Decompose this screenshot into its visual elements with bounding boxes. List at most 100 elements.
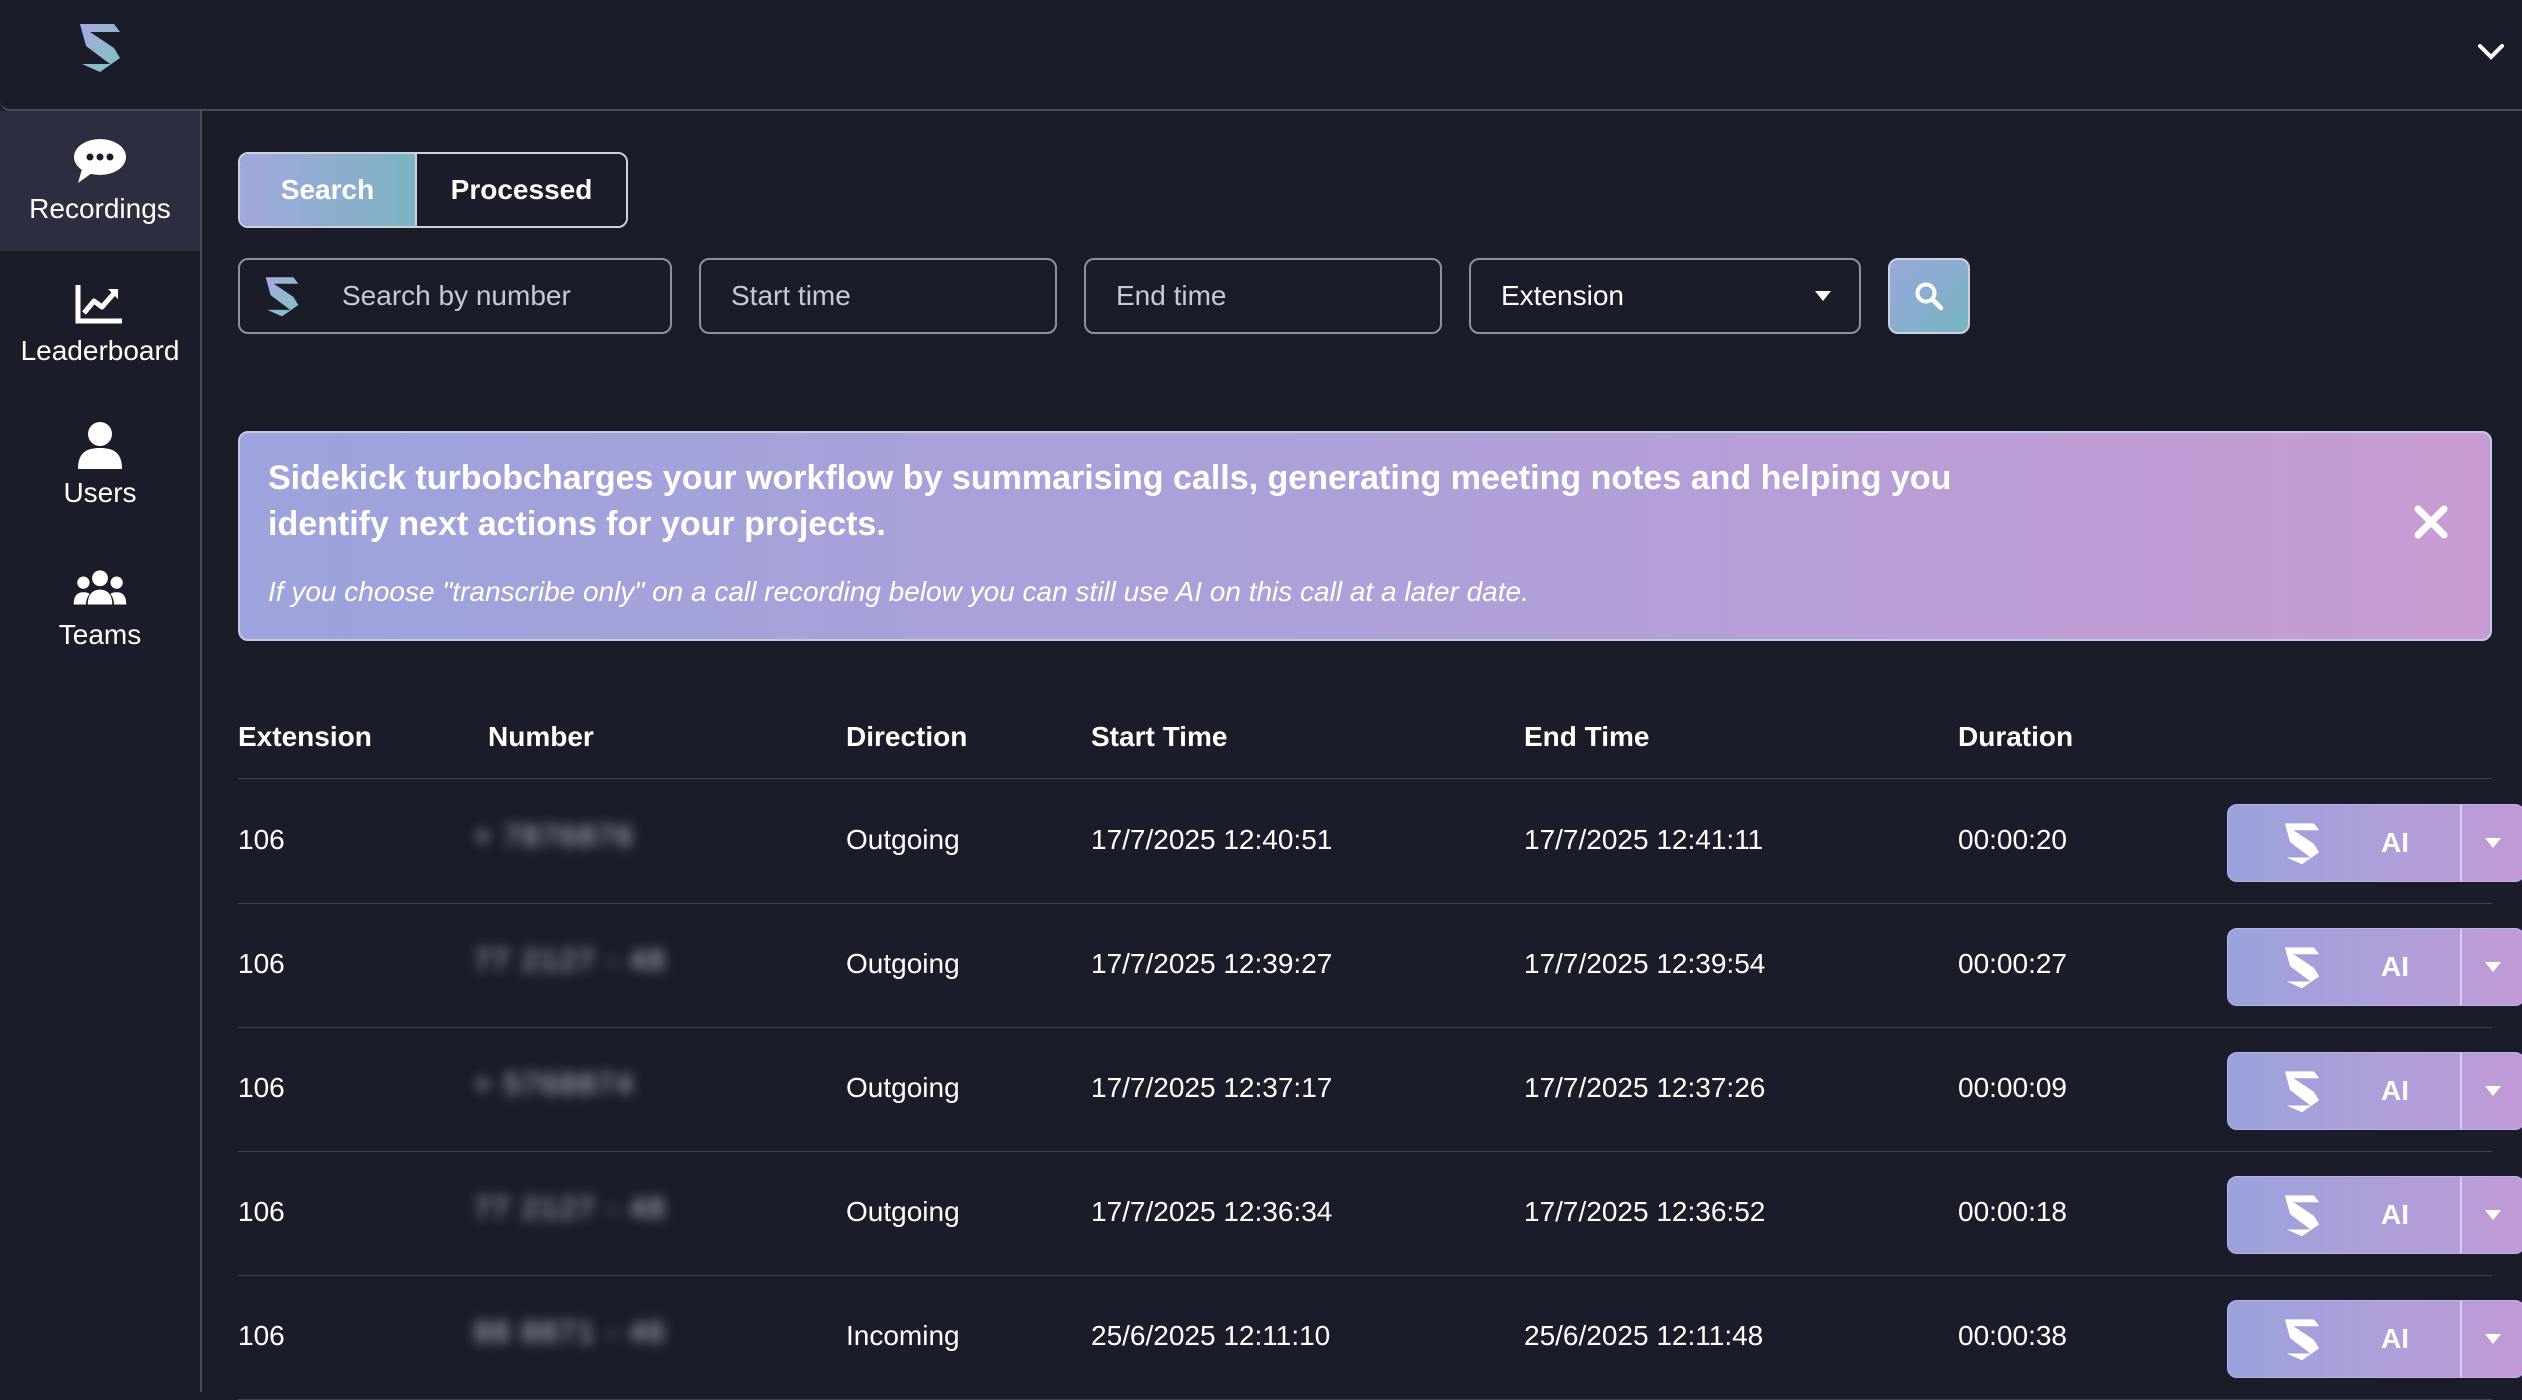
cell-start-time: 25/6/2025 12:11:10 bbox=[1091, 1320, 1331, 1351]
users-group-icon bbox=[73, 570, 127, 605]
cell-direction: Outgoing bbox=[846, 1072, 960, 1103]
ai-button-label: AI bbox=[2381, 1199, 2409, 1230]
column-header-direction[interactable]: Direction bbox=[846, 721, 967, 753]
ai-dropdown-toggle[interactable] bbox=[2460, 1301, 2522, 1377]
ai-button-group: AI bbox=[2227, 1176, 2522, 1254]
sidebar-item-leaderboard[interactable]: Leaderboard bbox=[0, 253, 200, 393]
table-row[interactable]: 106 77 2127 - 48 Outgoing 17/7/2025 12:39:2… bbox=[238, 904, 2522, 1028]
table-row[interactable]: 106 77 2127 - 48 Outgoing 17/7/2025 12:36:3… bbox=[238, 1152, 2522, 1276]
column-header-duration[interactable]: Duration bbox=[1958, 721, 2073, 753]
table-row[interactable]: 106 + 7876876 Outgoing 17/7/2025 12:40:51 17… bbox=[238, 780, 2522, 904]
ai-button[interactable]: AI bbox=[2228, 1053, 2460, 1129]
ai-button[interactable]: AI bbox=[2228, 805, 2460, 881]
close-icon[interactable] bbox=[2412, 503, 2450, 541]
cell-extension: 106 bbox=[238, 1196, 285, 1227]
caret-down-icon bbox=[2485, 1086, 2501, 1096]
sidekick-logo-icon bbox=[2284, 947, 2320, 989]
ai-button[interactable]: AI bbox=[2228, 1177, 2460, 1253]
info-banner: Sidekick turbobcharges your workflow by … bbox=[238, 431, 2492, 641]
cell-start-time: 17/7/2025 12:39:27 bbox=[1091, 948, 1333, 979]
ai-dropdown-toggle[interactable] bbox=[2460, 805, 2522, 881]
caret-down-icon bbox=[1815, 291, 1831, 301]
cell-start-time: 17/7/2025 12:40:51 bbox=[1091, 824, 1333, 855]
user-icon bbox=[78, 422, 122, 469]
cell-duration: 00:00:09 bbox=[1958, 1072, 2067, 1103]
start-time-field[interactable] bbox=[699, 258, 1057, 334]
cell-direction: Outgoing bbox=[846, 948, 960, 979]
ai-button-label: AI bbox=[2381, 827, 2409, 858]
sidebar: Recordings Leaderboard Users Teams bbox=[0, 111, 202, 1392]
cell-extension: 106 bbox=[238, 948, 285, 979]
extension-select-label: Extension bbox=[1501, 280, 1624, 311]
start-time-input[interactable] bbox=[729, 279, 1055, 313]
column-header-number[interactable]: Number bbox=[488, 721, 594, 753]
cell-end-time: 17/7/2025 12:39:54 bbox=[1524, 948, 1766, 979]
end-time-input[interactable] bbox=[1114, 279, 1440, 313]
cell-end-time: 17/7/2025 12:37:26 bbox=[1524, 1072, 1766, 1103]
ai-button-group: AI bbox=[2227, 1300, 2522, 1378]
cell-start-time: 17/7/2025 12:37:17 bbox=[1091, 1072, 1333, 1103]
cell-number: 77 2127 - 48 bbox=[474, 1192, 667, 1225]
cell-number-redacted: + 5768874 bbox=[474, 1068, 684, 1112]
cell-duration: 00:00:18 bbox=[1958, 1196, 2067, 1227]
cell-number: + 5768874 bbox=[474, 1068, 635, 1101]
sidekick-logo-icon bbox=[2284, 1071, 2320, 1113]
chevron-down-icon[interactable] bbox=[2474, 36, 2508, 66]
ai-button-group: AI bbox=[2227, 928, 2522, 1006]
cell-number: + 7876876 bbox=[474, 820, 635, 853]
chart-line-icon bbox=[75, 285, 122, 324]
cell-duration: 00:00:20 bbox=[1958, 824, 2067, 855]
sidebar-item-label: Users bbox=[63, 477, 137, 508]
tab-search[interactable]: Search bbox=[240, 154, 415, 226]
sidebar-item-users[interactable]: Users bbox=[0, 395, 200, 535]
sidekick-logo-icon bbox=[265, 277, 299, 317]
ai-dropdown-toggle[interactable] bbox=[2460, 929, 2522, 1005]
cell-duration: 00:00:38 bbox=[1958, 1320, 2067, 1351]
cell-end-time: 17/7/2025 12:41:11 bbox=[1524, 824, 1764, 855]
cell-extension: 106 bbox=[238, 824, 285, 855]
table-row[interactable]: 106 + 5768874 Outgoing 17/7/2025 12:37:17 17… bbox=[238, 1028, 2522, 1152]
cell-direction: Outgoing bbox=[846, 1196, 960, 1227]
ai-dropdown-toggle[interactable] bbox=[2460, 1053, 2522, 1129]
cell-number-redacted: + 7876876 bbox=[474, 820, 684, 864]
banner-note: If you choose "transcribe only" on a cal… bbox=[268, 576, 1529, 607]
main-content: Search Processed Extension Sidekick turb… bbox=[202, 111, 2522, 1400]
cell-number-redacted: 77 2127 - 48 bbox=[474, 1192, 684, 1236]
search-button[interactable] bbox=[1888, 258, 1970, 334]
cell-end-time: 17/7/2025 12:36:52 bbox=[1524, 1196, 1766, 1227]
ai-button[interactable]: AI bbox=[2228, 1301, 2460, 1377]
ai-button[interactable]: AI bbox=[2228, 929, 2460, 1005]
ai-button-group: AI bbox=[2227, 1052, 2522, 1130]
sidekick-logo-icon[interactable] bbox=[74, 20, 126, 74]
view-tabs: Search Processed bbox=[238, 152, 628, 228]
cell-number: 77 2127 - 48 bbox=[474, 944, 667, 977]
top-bar bbox=[0, 0, 2522, 111]
ai-button-label: AI bbox=[2381, 951, 2409, 982]
extension-select[interactable]: Extension bbox=[1469, 258, 1861, 334]
column-header-end-time[interactable]: End Time bbox=[1524, 721, 1650, 753]
column-header-extension[interactable]: Extension bbox=[238, 721, 372, 753]
sidebar-item-label: Recordings bbox=[29, 193, 171, 224]
tab-processed[interactable]: Processed bbox=[415, 154, 626, 226]
sidebar-item-recordings[interactable]: Recordings bbox=[0, 111, 200, 251]
sidebar-item-teams[interactable]: Teams bbox=[0, 537, 200, 677]
search-input[interactable] bbox=[340, 279, 670, 313]
sidekick-logo-icon bbox=[2284, 823, 2320, 865]
ai-dropdown-toggle[interactable] bbox=[2460, 1177, 2522, 1253]
search-field[interactable] bbox=[238, 258, 672, 334]
table-row[interactable]: 106 88 8871 - 46 Incoming 25/6/2025 12:11:1… bbox=[238, 1276, 2522, 1400]
ai-button-label: AI bbox=[2381, 1323, 2409, 1354]
cell-end-time: 25/6/2025 12:11:48 bbox=[1524, 1320, 1764, 1351]
cell-extension: 106 bbox=[238, 1320, 285, 1351]
end-time-field[interactable] bbox=[1084, 258, 1442, 334]
cell-direction: Outgoing bbox=[846, 824, 960, 855]
column-header-start-time[interactable]: Start Time bbox=[1091, 721, 1227, 753]
sidekick-logo-icon bbox=[2284, 1195, 2320, 1237]
caret-down-icon bbox=[2485, 962, 2501, 972]
cell-number-redacted: 77 2127 - 48 bbox=[474, 944, 684, 988]
sidebar-item-label: Leaderboard bbox=[20, 335, 180, 366]
cell-number-redacted: 88 8871 - 46 bbox=[474, 1316, 684, 1360]
ai-button-group: AI bbox=[2227, 804, 2522, 882]
caret-down-icon bbox=[2485, 1334, 2501, 1344]
chat-bubbles-icon bbox=[74, 139, 126, 183]
